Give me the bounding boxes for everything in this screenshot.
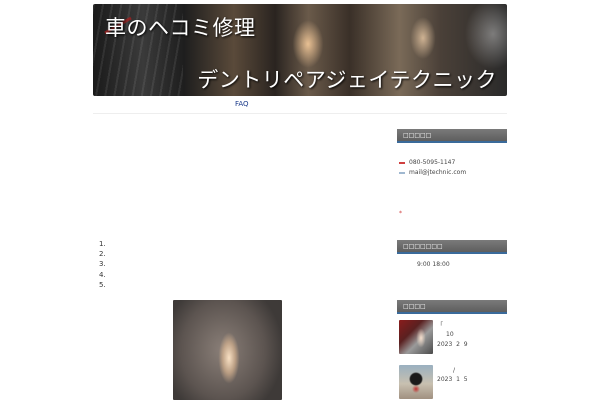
widget-title-hours: □□□□□□□ bbox=[397, 240, 507, 254]
nav-item-faq[interactable]: FAQ bbox=[235, 100, 249, 108]
post-title[interactable]: 「 bbox=[437, 320, 443, 329]
post-thumbnail[interactable] bbox=[399, 320, 433, 354]
list-item: 1. bbox=[99, 240, 106, 248]
recent-post[interactable]: / 2023 1 5 bbox=[399, 365, 507, 399]
post-date: 2023 1 5 bbox=[437, 376, 468, 383]
recent-post[interactable]: 「 10 2023 2 9 bbox=[399, 320, 507, 354]
post-thumbnail[interactable] bbox=[399, 365, 433, 399]
list-item: 4. bbox=[99, 270, 106, 279]
main-nav: FAQ bbox=[93, 98, 507, 114]
post-date: 2023 2 9 bbox=[437, 341, 468, 348]
contact-note: * bbox=[399, 210, 402, 217]
phone-line[interactable]: 080-5095-1147 bbox=[399, 159, 455, 166]
site-subtitle: デントリペアジェイテクニック bbox=[197, 68, 497, 92]
dent-photo bbox=[173, 300, 282, 400]
widget-title-contact: □□□□□ bbox=[397, 129, 507, 143]
phone-number: 080-5095-1147 bbox=[409, 159, 456, 166]
widget-title-posts: □□□□ bbox=[397, 300, 507, 314]
post-title-line[interactable]: 10 bbox=[446, 331, 454, 338]
business-hours: 9:00 18:00 bbox=[417, 261, 450, 268]
list-item: 5. bbox=[99, 280, 106, 289]
phone-icon bbox=[399, 161, 405, 164]
list-item: 3. bbox=[99, 260, 106, 269]
header-banner[interactable]: 車のヘコミ修理 デントリペアジェイテクニック bbox=[93, 4, 507, 96]
email-address: mail@jtechnic.com bbox=[409, 169, 467, 176]
list-item: 2. bbox=[99, 250, 106, 259]
post-title[interactable]: / bbox=[453, 367, 455, 374]
site-title[interactable]: 車のヘコミ修理 bbox=[105, 12, 256, 42]
ordered-list: 1. 2. 3. 4. 5. bbox=[99, 239, 109, 290]
mail-icon bbox=[399, 171, 405, 174]
email-line[interactable]: mail@jtechnic.com bbox=[399, 169, 466, 176]
